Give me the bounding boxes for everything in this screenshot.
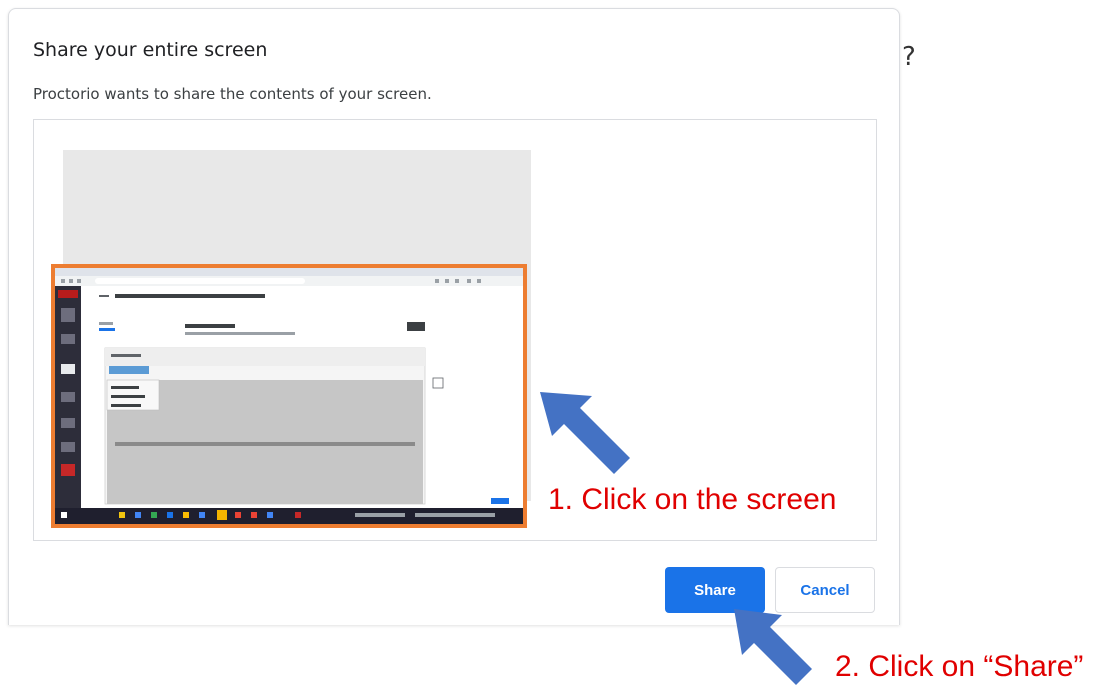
screen-thumbnail[interactable] (51, 264, 527, 528)
annotation-step-1: 1. Click on the screen (548, 483, 837, 516)
dialog-subtitle: Proctorio wants to share the contents of… (33, 85, 432, 103)
screen-source-list (33, 119, 877, 541)
annotation-arrow-2 (734, 609, 812, 685)
annotation-step-2: 2. Click on “Share” (835, 650, 1084, 683)
background-edge-glyph: ? (902, 42, 916, 72)
dialog-title: Share your entire screen (33, 39, 268, 61)
screen-thumbnail-image (55, 268, 523, 524)
share-screen-dialog: Share your entire screen Proctorio wants… (8, 8, 900, 625)
page: ? Share your entire screen Proctorio wan… (0, 0, 1117, 691)
annotation-arrow-1 (540, 392, 630, 474)
